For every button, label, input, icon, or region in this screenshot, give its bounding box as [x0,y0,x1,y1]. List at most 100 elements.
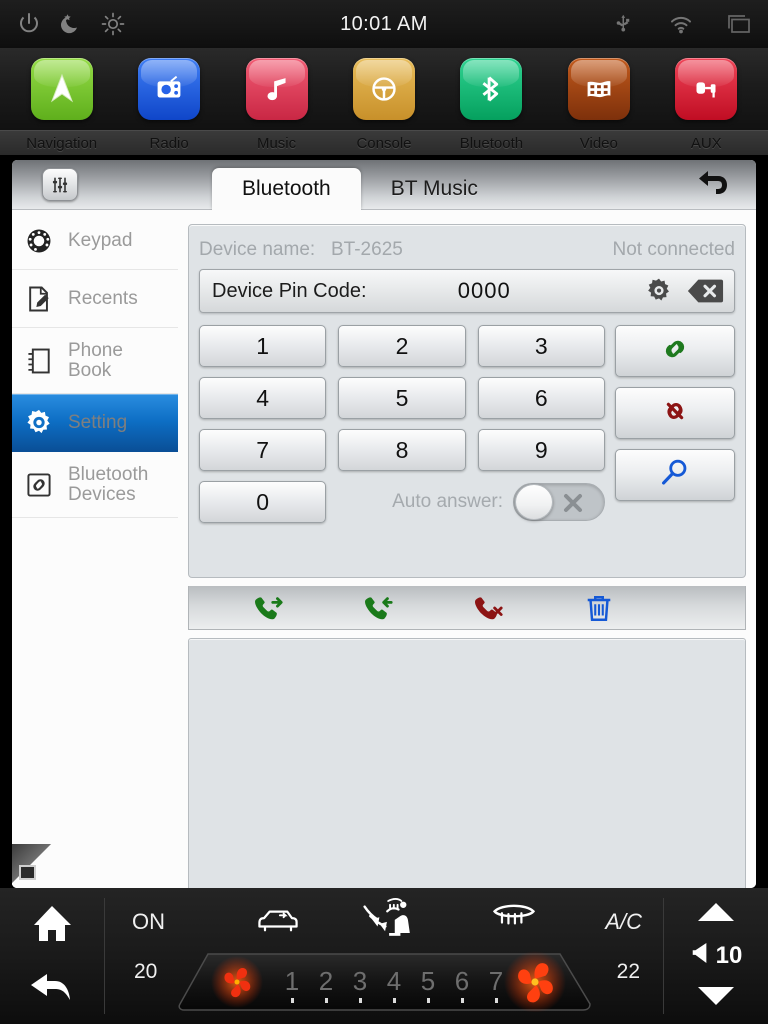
tab-bt-music[interactable]: BT Music [361,168,508,210]
phonebook-icon [22,344,56,378]
temperature-right[interactable]: 22 [617,960,640,984]
key-8[interactable]: 8 [338,429,466,471]
panel-header: Bluetooth BT Music [12,160,756,210]
bluetooth-icon[interactable] [460,58,523,120]
back-arrow-icon[interactable] [29,970,75,1009]
wifi-icon [668,11,694,37]
auto-answer-label: Auto answer: [392,491,503,512]
key-9[interactable]: 9 [477,429,605,471]
key-4[interactable]: 4 [199,377,327,419]
key-6[interactable]: 6 [477,377,605,419]
home-icon[interactable] [30,903,74,948]
bluetooth-content: Device name: BT-2625 Not connected Devic… [178,210,756,888]
app-label-radio: Radio [149,135,189,152]
resize-handle[interactable] [12,844,60,888]
app-navigation[interactable] [8,58,115,120]
radio-icon[interactable] [138,58,201,120]
pin-code-value[interactable]: 0000 [367,278,636,304]
aux-cable-icon[interactable] [675,58,738,120]
panel-tabs: Bluetooth BT Music [212,160,508,210]
unpair-button[interactable] [615,387,735,439]
delete-button[interactable] [579,591,619,625]
key-7[interactable]: 7 [199,429,327,471]
car-recirculation-icon[interactable] [252,904,304,941]
device-name-label: Device name: [199,239,316,260]
app-aux[interactable] [653,58,760,120]
climate-power-label[interactable]: ON [132,909,165,935]
app-console[interactable] [330,58,437,120]
climate-top-row: ON A/C [104,896,664,946]
toggle-off-icon [560,490,586,521]
volume-value: 10 [715,942,743,969]
device-info-row: Device name: BT-2625 Not connected [199,233,735,267]
speaker-icon [690,940,710,973]
app-dock [0,48,768,130]
missed-calls-button[interactable] [469,591,509,625]
navigation-arrow-icon[interactable] [30,58,93,120]
auto-answer-toggle[interactable] [513,483,605,521]
bluetooth-panel: Bluetooth BT Music Keypad Recents Phone … [12,160,756,888]
app-music[interactable] [223,58,330,120]
key-3[interactable]: 3 [477,325,605,367]
link-icon [655,332,695,371]
call-log-toolbar [188,586,746,630]
connection-status: Not connected [612,239,735,260]
fan-speed-bar[interactable]: 1 2 3 4 5 6 7 [174,948,594,1013]
key-5[interactable]: 5 [338,377,466,419]
app-bluetooth[interactable] [438,58,545,120]
key-0[interactable]: 0 [199,481,327,523]
key-1[interactable]: 1 [199,325,327,367]
tab-bluetooth[interactable]: Bluetooth [212,168,361,210]
sidebar-item-recents[interactable]: Recents [12,270,178,328]
sidebar-item-phone-book[interactable]: Phone Book [12,328,178,394]
incoming-calls-button[interactable] [359,591,399,625]
pin-backspace-icon[interactable] [682,272,728,310]
pin-settings-gear-icon[interactable] [636,272,682,310]
temperature-left[interactable]: 20 [134,960,157,984]
search-button[interactable] [615,449,735,501]
steering-wheel-icon[interactable] [352,58,415,120]
music-note-icon[interactable] [245,58,308,120]
device-name-value: BT-2625 [331,239,403,260]
link-icon [22,468,56,502]
keypad-area: 1 2 3 4 5 6 7 8 9 0 Auto answer: [199,325,735,523]
usb-icon [612,11,638,37]
climate-ac-label[interactable]: A/C [605,909,642,935]
fan-tick-7: 7 [489,966,503,996]
app-label-video: Video [579,135,618,152]
sidebar-label-keypad: Keypad [68,229,133,251]
rear-defrost-icon[interactable] [489,900,539,937]
recents-icon [22,282,56,316]
auto-answer-row: Auto answer: [338,481,605,523]
sidebar-item-setting[interactable]: Setting [12,394,178,452]
search-icon [657,455,693,496]
volume-controls: 10 [664,888,768,1024]
sidebar-item-bluetooth-devices[interactable]: Bluetooth Devices [12,452,178,518]
sidebar-label-phone-book: Phone Book [68,339,123,381]
app-label-console: Console [356,135,412,152]
airflow-seat-icon[interactable] [359,896,423,943]
pair-button[interactable] [615,325,735,377]
fan-tick-6: 6 [455,966,469,996]
toggle-knob [515,484,553,520]
volume-level[interactable]: 10 [690,940,743,973]
triangle-up-icon[interactable] [695,901,737,928]
film-strip-icon[interactable] [567,58,630,120]
broken-link-icon [655,394,695,433]
gear-icon [22,406,56,440]
sidebar: Keypad Recents Phone Book Setting Blueto… [12,210,178,888]
panel-body: Keypad Recents Phone Book Setting Blueto… [12,210,756,888]
equalizer-icon[interactable] [42,168,78,201]
fan-tick-5: 5 [421,966,435,996]
climate-bar: ON A/C 20 22 1 2 3 4 5 6 7 10 [0,888,768,1024]
app-video[interactable] [545,58,652,120]
app-radio[interactable] [115,58,222,120]
outgoing-calls-button[interactable] [249,591,289,625]
triangle-down-icon[interactable] [695,985,737,1012]
key-2[interactable]: 2 [338,325,466,367]
climate-controls: ON A/C 20 22 1 2 3 4 5 6 7 [104,888,664,1024]
multiwindow-icon[interactable] [724,11,750,37]
bluetooth-action-buttons [615,325,735,523]
back-arrow-icon[interactable] [694,169,734,203]
sidebar-item-keypad[interactable]: Keypad [12,212,178,270]
